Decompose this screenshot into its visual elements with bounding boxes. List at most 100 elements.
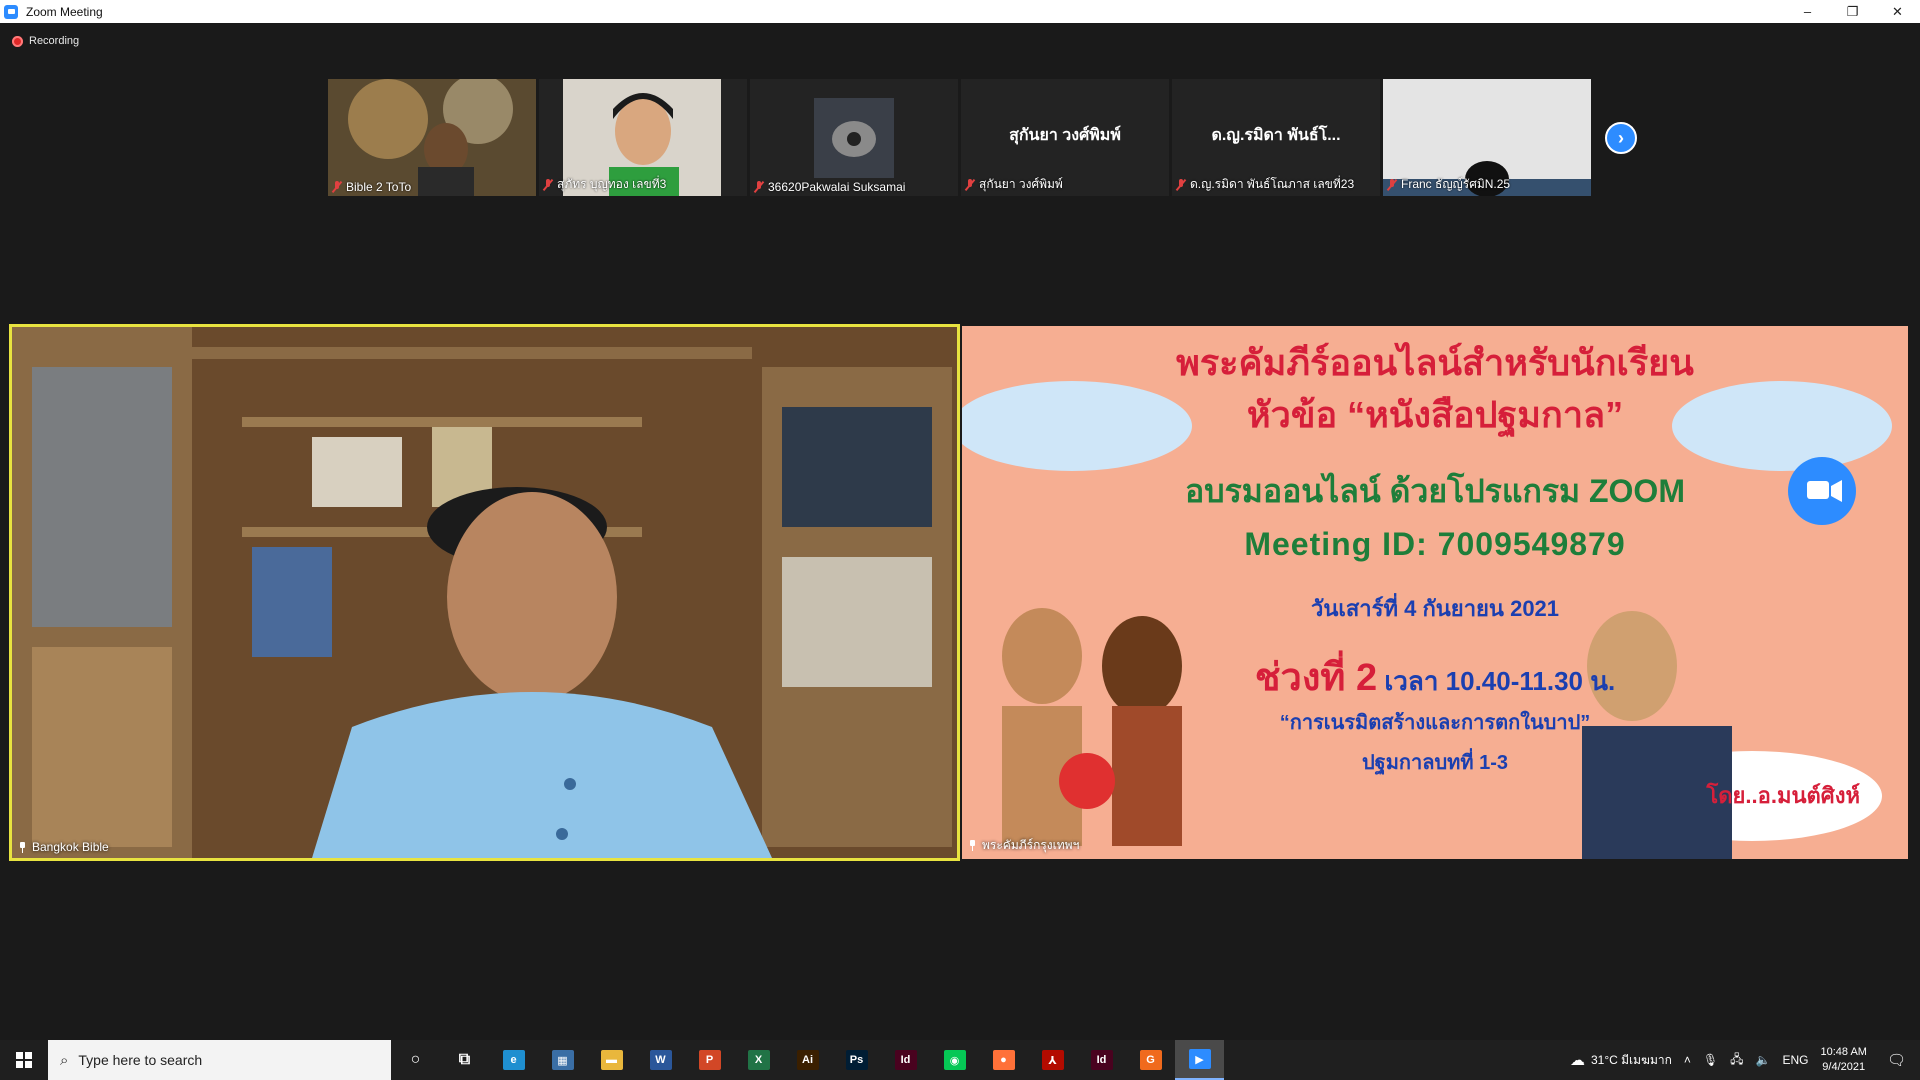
speaker-video-frame	[12, 327, 957, 858]
slide-training: อบรมออนไลน์ ด้วยโปรแกรม ZOOM	[1185, 473, 1685, 509]
slide-title: พระคัมภีร์ออนไลน์สำหรับนักเรียน	[1176, 342, 1694, 383]
excel-taskbar-button[interactable]: X	[734, 1040, 783, 1080]
calculator-icon: ▦	[551, 1050, 574, 1070]
powerpoint-icon: P	[698, 1050, 721, 1070]
indesign-2-icon: Id	[1090, 1050, 1113, 1070]
mic-muted-icon	[965, 178, 975, 191]
cortana-icon: ○	[410, 1051, 421, 1068]
microphone-icon[interactable]: 🎙	[1697, 1053, 1724, 1067]
slide-topic: หัวข้อ “หนังสือปฐมกาล”	[1246, 394, 1624, 435]
taskbar-apps: ○ ⧉ e ▦ ▬ W P X Ai Ps Id ◉ ● ⅄ Id G ▶	[391, 1040, 1224, 1080]
slide-meeting-id: Meeting ID: 7009549879	[1244, 526, 1626, 562]
illustrator-taskbar-button[interactable]: Ai	[783, 1040, 832, 1080]
mic-muted-icon	[1387, 178, 1397, 191]
mic-muted-icon	[754, 181, 764, 193]
slide-byline: โดย..อ.มนต์ศิงห์	[1706, 783, 1860, 808]
shared-slide-video[interactable]: พระคัมภีร์ออนไลน์สำหรับนักเรียน หัวข้อ “…	[962, 326, 1908, 859]
zoom-icon: ▶	[1188, 1049, 1211, 1069]
clock-time: 10:48 AM	[1820, 1046, 1867, 1058]
shield-app-icon: G	[1139, 1050, 1162, 1070]
line-icon: ◉	[943, 1050, 966, 1070]
excel-icon: X	[747, 1050, 770, 1070]
edge-icon: e	[502, 1050, 525, 1070]
language-indicator[interactable]: ENG	[1776, 1053, 1814, 1067]
taskbar-search-box[interactable]: ⌕ Type here to search	[48, 1040, 391, 1080]
file-explorer-icon: ▬	[600, 1050, 623, 1070]
volume-icon[interactable]: 🔈	[1750, 1053, 1777, 1067]
slide-chapters: ปฐมกาลบทที่ 1-3	[1361, 752, 1509, 774]
photoshop-icon: Ps	[845, 1050, 868, 1070]
search-icon: ⌕	[60, 1051, 69, 1069]
slide-subject: “การเนรมิตสร้างและการตกในบาป”	[1279, 712, 1591, 734]
restore-button[interactable]: ❐	[1830, 0, 1875, 23]
firefox-taskbar-button[interactable]: ●	[979, 1040, 1028, 1080]
participant-tile[interactable]: ด.ญ.รมิดา พันธ์โ... ด.ญ.รมิดา พันธ์โณภาส…	[1172, 79, 1380, 196]
start-button[interactable]	[0, 1040, 48, 1080]
close-button[interactable]: ✕	[1875, 0, 1920, 23]
acrobat-icon: ⅄	[1041, 1050, 1064, 1070]
indesign-taskbar-button[interactable]: Id	[881, 1040, 930, 1080]
calculator-taskbar-button[interactable]: ▦	[538, 1040, 587, 1080]
slide-session-number: ช่วงที่ 2	[1254, 657, 1378, 699]
active-speaker-video[interactable]: Bangkok Bible	[9, 324, 960, 861]
minimize-button[interactable]: –	[1785, 0, 1830, 23]
slide-date: วันเสาร์ที่ 4 กันยายน 2021	[1310, 596, 1560, 621]
participant-tile[interactable]: สุกันยา วงศ์พิมพ์ สุกันยา วงศ์พิมพ์	[961, 79, 1169, 196]
participant-tile[interactable]: 36620Pakwalai Suksamai	[750, 79, 958, 196]
word-taskbar-button[interactable]: W	[636, 1040, 685, 1080]
title-bar: Zoom Meeting – ❐ ✕	[0, 0, 1920, 23]
participant-display-name: สุกันยา วงศ์พิมพ์	[1009, 127, 1121, 144]
mic-muted-icon	[332, 181, 342, 193]
recording-dot-icon	[12, 35, 23, 47]
clock-date: 9/4/2021	[1822, 1061, 1866, 1073]
photoshop-taskbar-button[interactable]: Ps	[832, 1040, 881, 1080]
task-view-icon: ⧉	[458, 1051, 471, 1068]
participant-name: Franc ธัญญ์รัศมิN.25	[1401, 177, 1511, 191]
participant-avatar	[750, 79, 958, 196]
recording-indicator[interactable]: Recording	[12, 35, 79, 47]
participant-name: สุภัทร บุญทอง เลขที่3	[557, 177, 667, 191]
recording-label: Recording	[29, 35, 80, 47]
tray-chevron-icon[interactable]: ˄	[1678, 1053, 1697, 1067]
acrobat-taskbar-button[interactable]: ⅄	[1028, 1040, 1077, 1080]
indesign-icon: Id	[894, 1050, 917, 1070]
next-page-button[interactable]: ›	[1605, 122, 1637, 154]
participant-tile[interactable]: Franc ธัญญ์รัศมิN.25	[1383, 79, 1591, 196]
cortana-taskbar-button[interactable]: ○	[391, 1040, 440, 1080]
participant-video	[328, 79, 536, 196]
sharer-name: พระคัมภีร์กรุงเทพฯ	[982, 838, 1080, 852]
weather-widget[interactable]: ☁ 31°C มีเมฆมาก	[1564, 1051, 1678, 1070]
participant-name: ด.ญ.รมิดา พันธ์โณภาส เลขที่23	[1190, 177, 1355, 191]
firefox-icon: ●	[992, 1050, 1015, 1070]
edge-taskbar-button[interactable]: e	[489, 1040, 538, 1080]
weather-icon: ☁	[1569, 1052, 1585, 1069]
participant-display-name: ด.ญ.รมิดา พันธ์โ...	[1211, 127, 1341, 144]
file-explorer-taskbar-button[interactable]: ▬	[587, 1040, 636, 1080]
task-view-taskbar-button[interactable]: ⧉	[440, 1040, 489, 1080]
word-icon: W	[649, 1050, 672, 1070]
pin-icon	[968, 840, 977, 851]
notifications-icon[interactable]: 🗨	[1873, 1051, 1920, 1069]
windows-logo-icon	[16, 1052, 32, 1068]
mic-muted-icon	[543, 178, 553, 191]
powerpoint-taskbar-button[interactable]: P	[685, 1040, 734, 1080]
indesign-2-taskbar-button[interactable]: Id	[1077, 1040, 1126, 1080]
participant-name: Bible 2 ToTo	[346, 180, 412, 194]
system-tray: ☁ 31°C มีเมฆมาก ˄ 🎙 🖧 🔈 ENG 10:48 AM 9/4/…	[1564, 1040, 1920, 1080]
participant-tile[interactable]: Bible 2 ToTo	[328, 79, 536, 196]
pin-icon	[18, 841, 27, 853]
clock[interactable]: 10:48 AM 9/4/2021	[1814, 1045, 1872, 1075]
weather-text: 31°C มีเมฆมาก	[1590, 1052, 1672, 1067]
windows-taskbar: ⌕ Type here to search ○ ⧉ e ▦ ▬ W P X Ai Ps Id ◉ ● ⅄ I…	[0, 1040, 1920, 1080]
line-taskbar-button[interactable]: ◉	[930, 1040, 979, 1080]
illustrator-icon: Ai	[796, 1050, 819, 1070]
speaker-name: Bangkok Bible	[32, 840, 109, 854]
window-title: Zoom Meeting	[26, 4, 103, 19]
participant-name: 36620Pakwalai Suksamai	[768, 180, 906, 194]
network-icon[interactable]: 🖧	[1724, 1050, 1749, 1071]
shield-app-taskbar-button[interactable]: G	[1126, 1040, 1175, 1080]
zoom-app-icon	[4, 4, 18, 19]
slide-session: ช่วงที่ 2 เวลา 10.40-11.30 น.	[962, 646, 1908, 707]
zoom-taskbar-button[interactable]: ▶	[1175, 1040, 1224, 1080]
participant-tile[interactable]: สุภัทร บุญทอง เลขที่3	[539, 79, 747, 196]
